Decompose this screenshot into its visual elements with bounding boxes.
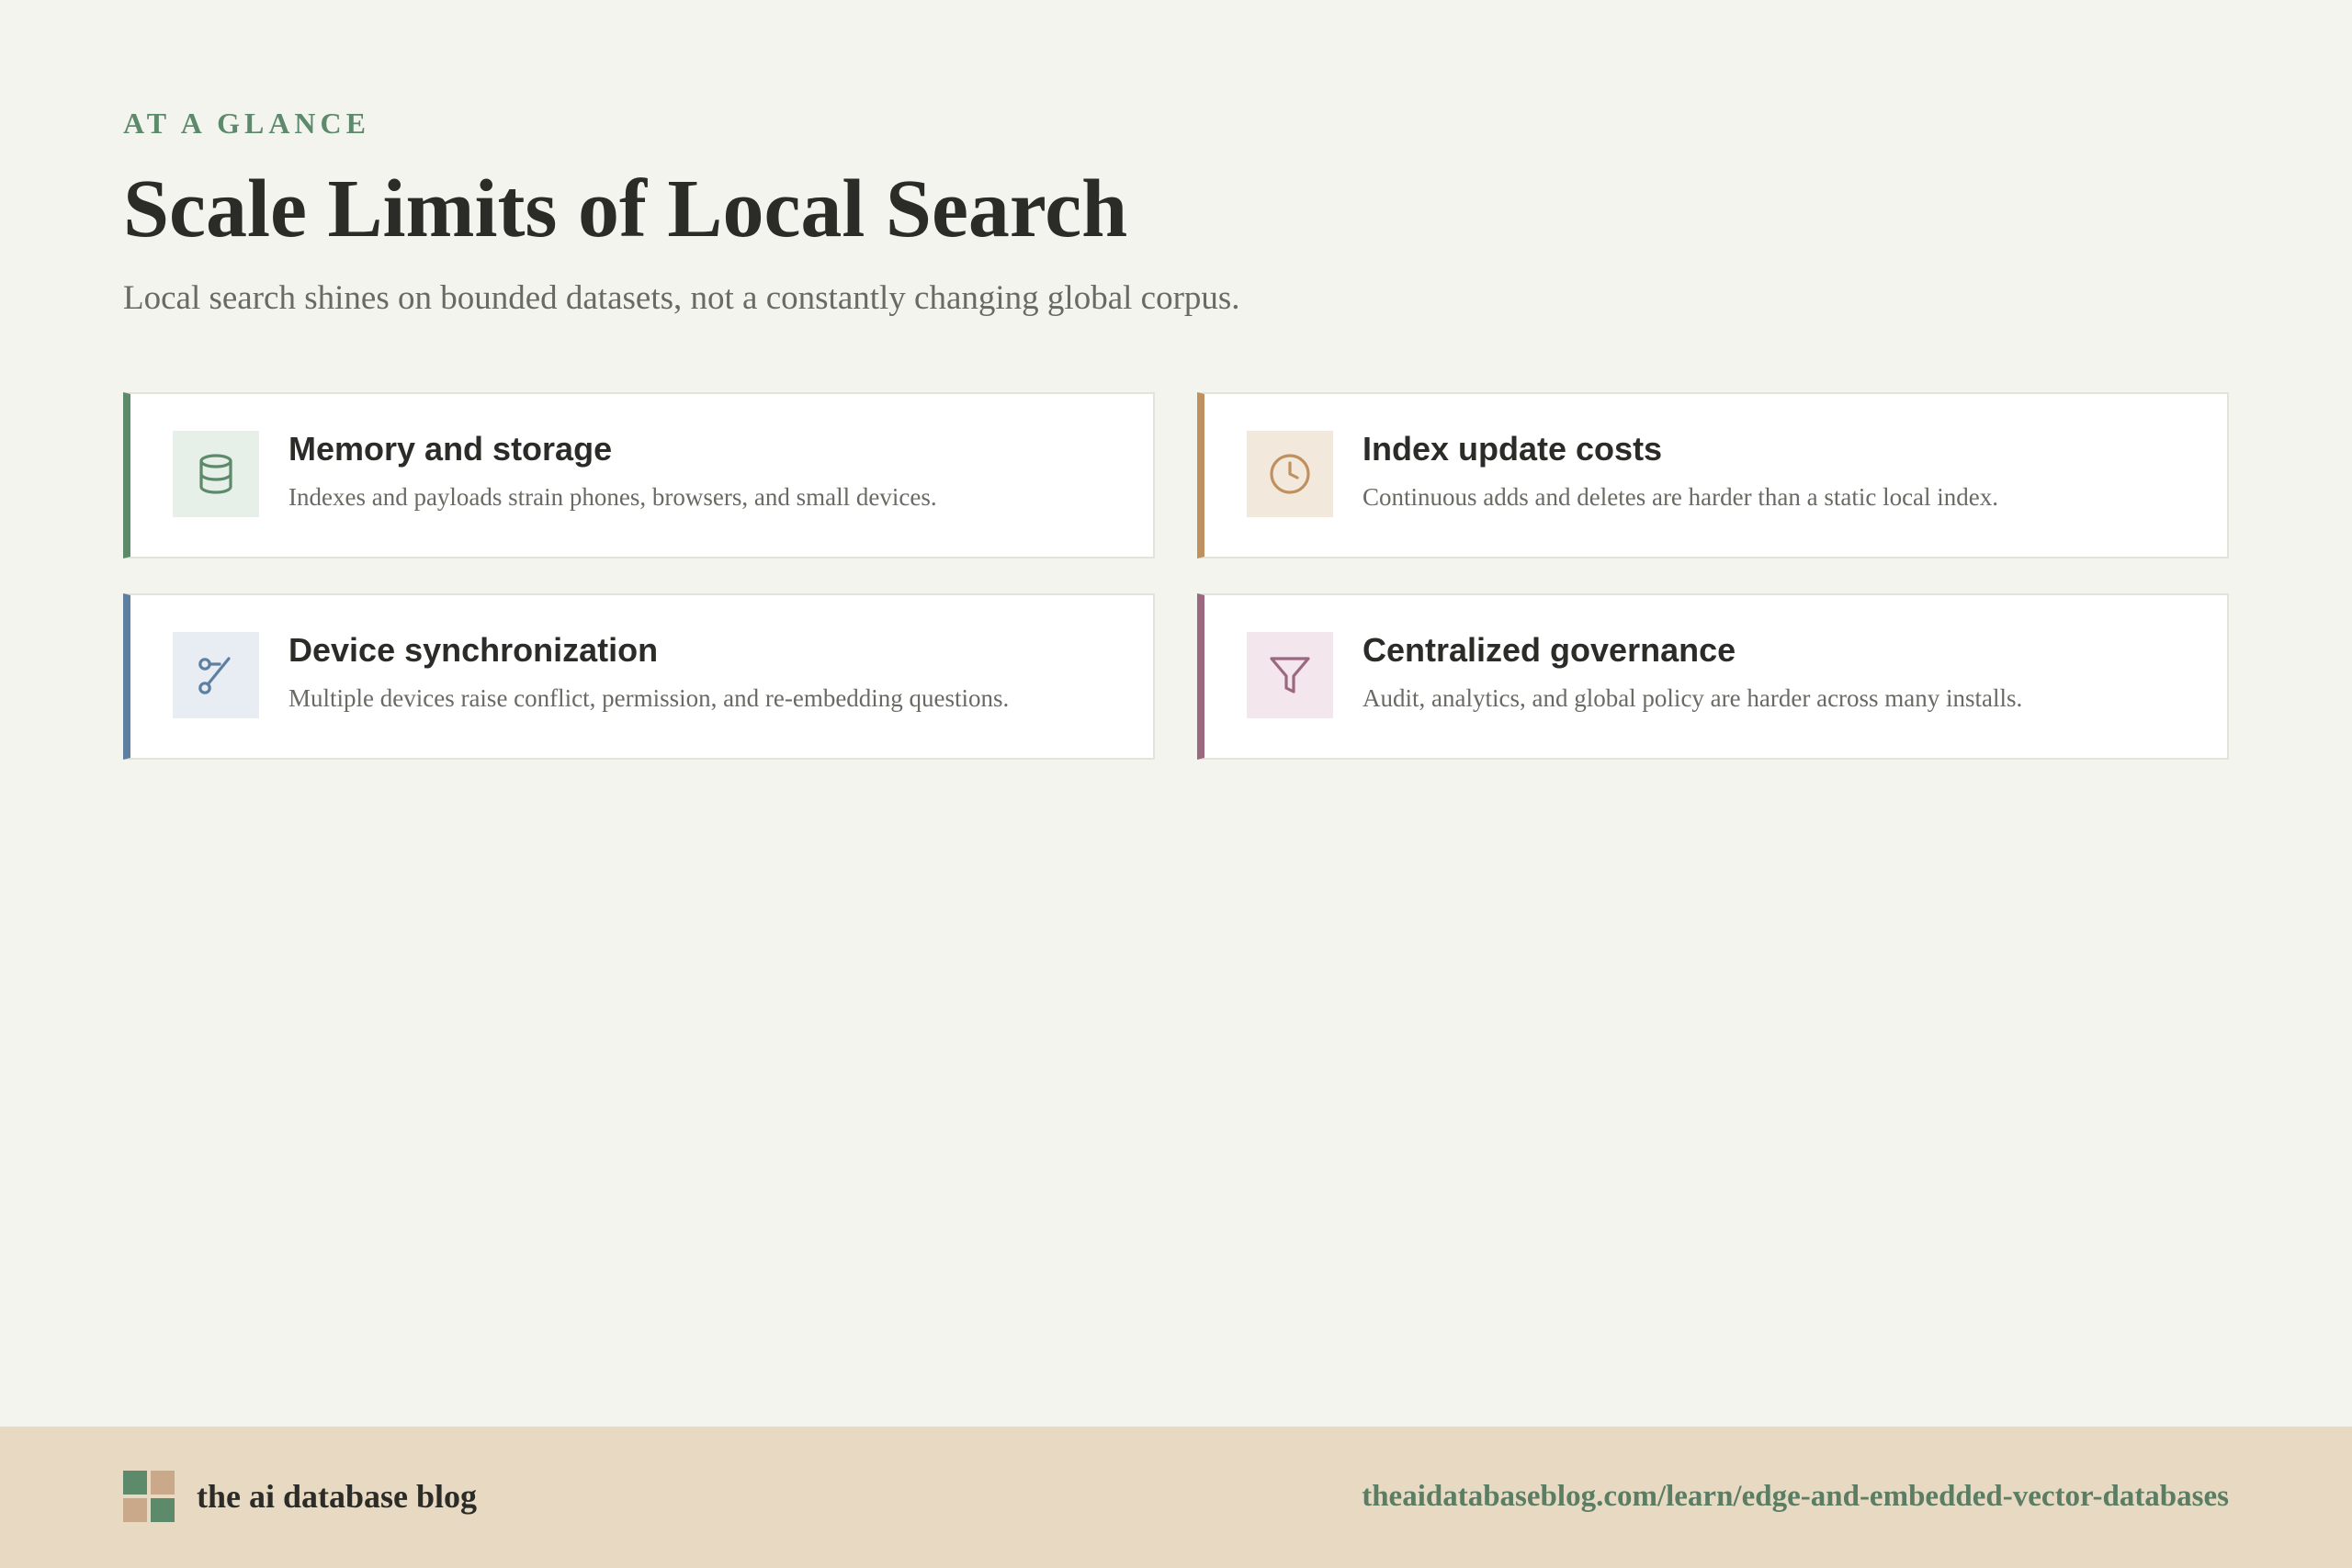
limits-grid: Memory and storage Indexes and payloads … — [123, 392, 2229, 760]
page-subtitle: Local search shines on bounded datasets,… — [123, 279, 1240, 317]
clock-icon — [1247, 431, 1333, 517]
card-centralized-governance: Centralized governance Audit, analytics,… — [1197, 593, 2229, 760]
git-branch-icon — [173, 632, 259, 718]
card-index-update-costs: Index update costs Continuous adds and d… — [1197, 392, 2229, 558]
database-icon — [173, 431, 259, 517]
brand-name: the ai database blog — [197, 1478, 478, 1515]
footer-url-link[interactable]: theaidatabaseblog.com/learn/edge-and-emb… — [1362, 1471, 2229, 1522]
filter-icon — [1247, 632, 1333, 718]
card-description: Continuous adds and deletes are harder t… — [1363, 483, 1999, 511]
page-title: Scale Limits of Local Search — [123, 164, 1128, 254]
brand: the ai database blog — [123, 1471, 477, 1522]
card-title: Device synchronization — [288, 631, 659, 669]
brand-logo-icon — [123, 1471, 175, 1522]
card-title: Index update costs — [1363, 430, 1663, 468]
card-description: Multiple devices raise conflict, permiss… — [288, 684, 1010, 712]
card-description: Audit, analytics, and global policy are … — [1363, 684, 2023, 712]
card-title: Memory and storage — [288, 430, 613, 468]
page-header: AT A GLANCE Scale Limits of Local Search… — [123, 103, 2229, 321]
page-footer: the ai database blog theaidatabaseblog.c… — [0, 1427, 2352, 1568]
card-memory-storage: Memory and storage Indexes and payloads … — [123, 392, 1155, 558]
eyebrow-label: AT A GLANCE — [123, 107, 370, 140]
card-title: Centralized governance — [1363, 631, 1736, 669]
card-description: Indexes and payloads strain phones, brow… — [288, 483, 937, 511]
card-device-synchronization: Device synchronization Multiple devices … — [123, 593, 1155, 760]
